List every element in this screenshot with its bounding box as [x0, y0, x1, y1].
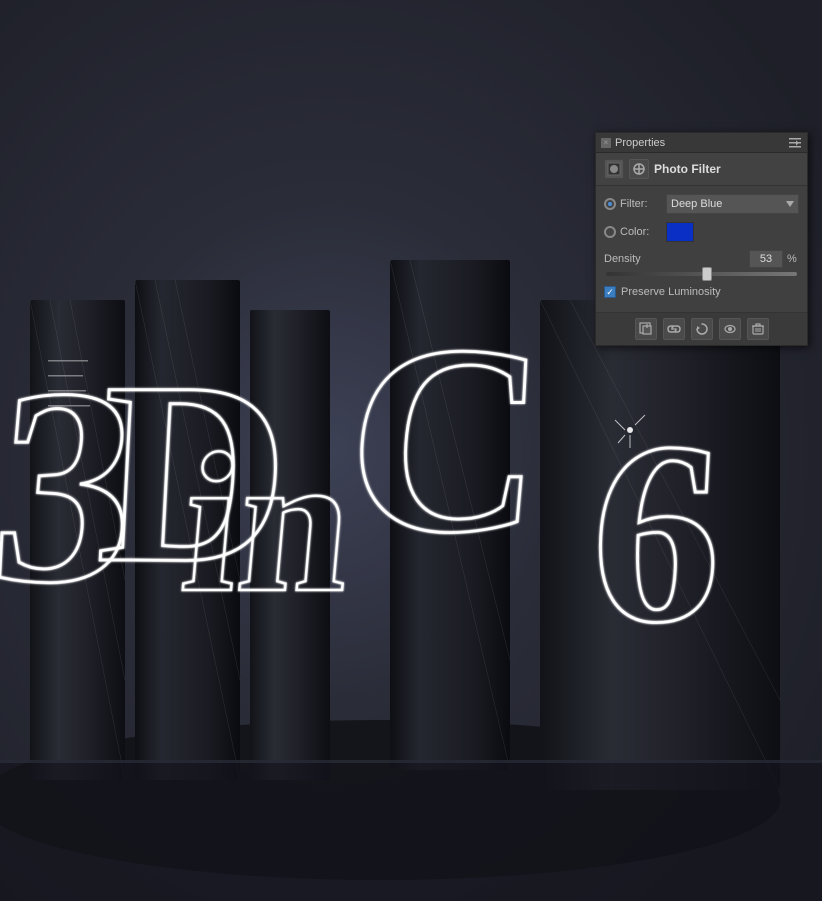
menu-icon: [789, 138, 801, 148]
adjustment-icon-button[interactable]: [629, 159, 649, 179]
density-row: Density %: [604, 250, 799, 268]
svg-text:C: C: [339, 290, 555, 589]
panel-header: Photo Filter: [596, 153, 807, 186]
titlebar-left: × Properties: [601, 137, 665, 149]
color-swatch[interactable]: [666, 222, 694, 242]
color-row: Color:: [604, 222, 799, 242]
filter-label: Filter:: [620, 198, 662, 210]
filter-header-title: Photo Filter: [654, 162, 799, 176]
trash-icon: [751, 322, 765, 336]
color-radio[interactable]: [604, 226, 616, 238]
color-label: Color:: [620, 226, 662, 238]
preserve-luminosity-label: Preserve Luminosity: [621, 286, 721, 298]
close-button[interactable]: ×: [601, 138, 611, 148]
panel-body: Filter: Warming Filter (85)Warming Filte…: [596, 186, 807, 312]
svg-text:in: in: [175, 412, 361, 634]
slider-row[interactable]: [604, 272, 799, 276]
density-input[interactable]: [749, 250, 783, 268]
add-layer-icon: [639, 322, 653, 336]
preserve-luminosity-checkbox[interactable]: ✓: [604, 286, 616, 298]
eye-icon: [723, 322, 737, 336]
mask-icon-button[interactable]: [604, 159, 624, 179]
properties-panel: × Properties Photo Filter: [595, 132, 808, 346]
svg-text:6: 6: [585, 389, 730, 677]
delete-button[interactable]: [747, 318, 769, 340]
checkbox-checkmark: ✓: [606, 288, 614, 297]
reset-icon: [695, 322, 709, 336]
add-effect-button[interactable]: [635, 318, 657, 340]
reset-button[interactable]: [691, 318, 713, 340]
link-icon: [667, 322, 681, 336]
density-label: Density: [604, 253, 654, 265]
filter-dropdown[interactable]: Warming Filter (85)Warming Filter (LBA)C…: [666, 194, 799, 214]
layer-mask-icon: [607, 162, 621, 176]
density-slider-track[interactable]: [606, 272, 797, 276]
panel-title: Properties: [615, 137, 665, 149]
density-unit: %: [787, 253, 799, 265]
density-slider-thumb[interactable]: [702, 267, 712, 281]
visibility-button[interactable]: [719, 318, 741, 340]
panel-footer: [596, 312, 807, 345]
filter-row: Filter: Warming Filter (85)Warming Filte…: [604, 194, 799, 214]
adjustment-icon: [632, 162, 646, 176]
link-button[interactable]: [663, 318, 685, 340]
panel-menu-button[interactable]: [788, 136, 802, 150]
filter-radio[interactable]: [604, 198, 616, 210]
preserve-luminosity-row: ✓ Preserve Luminosity: [604, 286, 799, 298]
panel-titlebar: × Properties: [596, 133, 807, 153]
